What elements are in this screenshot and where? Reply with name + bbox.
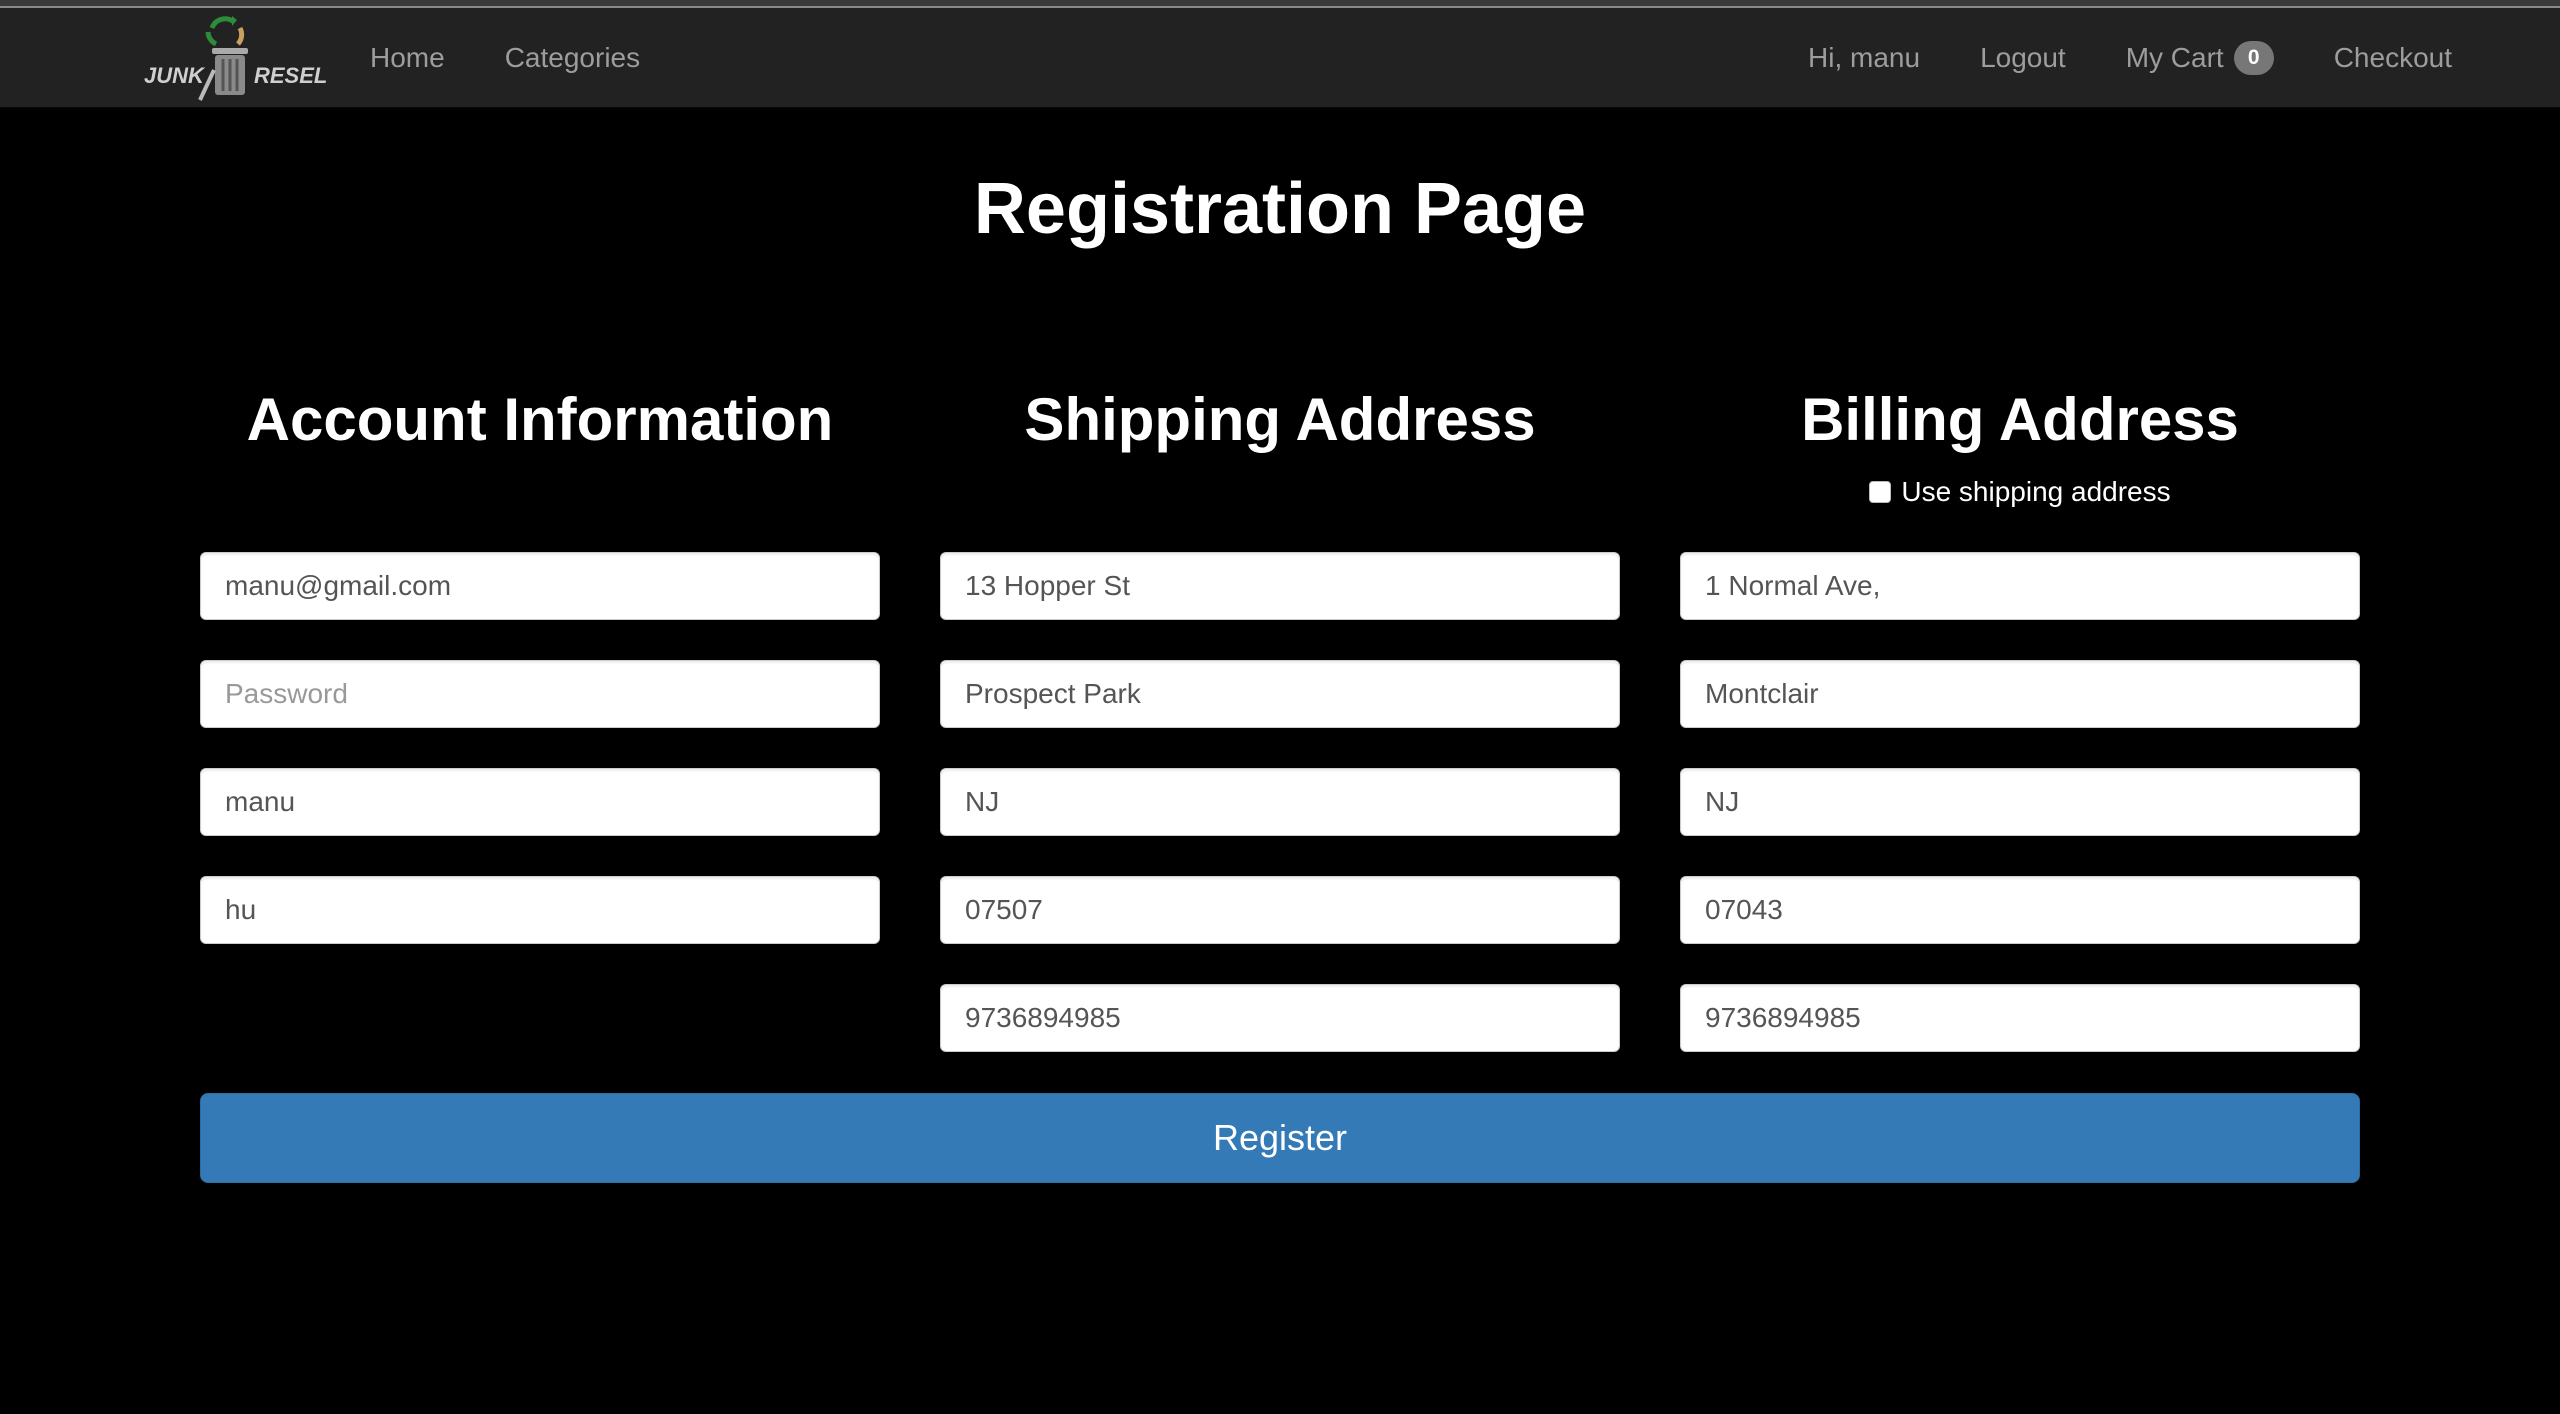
billing-address-section: Billing Address Use shipping address — [1680, 380, 2360, 1052]
page-title: Registration Page — [973, 169, 1587, 249]
logout-link[interactable]: Logout — [1950, 42, 2096, 74]
billing-phone-field[interactable] — [1680, 984, 2360, 1052]
shipping-street-field[interactable] — [940, 552, 1620, 620]
recycle-icon — [205, 16, 245, 47]
logo-text-right: RESELL — [254, 63, 326, 88]
logo-text-left: JUNK — [144, 63, 206, 88]
shipping-address-heading: Shipping Address — [1024, 386, 1536, 453]
shipping-state-field[interactable] — [940, 768, 1620, 836]
last-name-field[interactable] — [200, 876, 880, 944]
navbar: JUNK RESELL Home Categories Hi, manu Log… — [0, 8, 2560, 108]
shipping-city-field[interactable] — [940, 660, 1620, 728]
account-information-heading: Account Information — [246, 386, 834, 453]
shipping-zip-field[interactable] — [940, 876, 1620, 944]
billing-street-field[interactable] — [1680, 552, 2360, 620]
shipping-phone-field[interactable] — [940, 984, 1620, 1052]
trash-can-icon — [198, 48, 248, 101]
use-shipping-address-option[interactable]: Use shipping address — [1680, 476, 2360, 508]
nav-home-link[interactable]: Home — [370, 42, 475, 74]
window-top-edge — [0, 0, 2560, 8]
nav-right: Hi, manu Logout My Cart 0 Checkout — [1778, 8, 2482, 108]
checkout-link[interactable]: Checkout — [2304, 42, 2482, 74]
my-cart-link[interactable]: My Cart 0 — [2096, 41, 2304, 75]
nav-left: Home Categories — [370, 8, 670, 108]
register-button[interactable]: Register — [200, 1093, 2360, 1183]
user-greeting-link[interactable]: Hi, manu — [1778, 42, 1950, 74]
password-field[interactable] — [200, 660, 880, 728]
billing-zip-field[interactable] — [1680, 876, 2360, 944]
first-name-field[interactable] — [200, 768, 880, 836]
nav-categories-link[interactable]: Categories — [475, 42, 670, 74]
billing-state-field[interactable] — [1680, 768, 2360, 836]
billing-address-heading: Billing Address — [1801, 386, 2239, 453]
shipping-address-section: Shipping Address — [940, 380, 1620, 1052]
account-information-section: Account Information — [200, 380, 880, 944]
billing-city-field[interactable] — [1680, 660, 2360, 728]
email-field[interactable] — [200, 552, 880, 620]
cart-count-badge: 0 — [2233, 41, 2274, 75]
brand-logo[interactable]: JUNK RESELL — [142, 8, 341, 104]
use-shipping-address-label: Use shipping address — [1901, 476, 2171, 507]
my-cart-label: My Cart — [2125, 42, 2224, 73]
use-shipping-address-checkbox[interactable] — [1869, 481, 1892, 503]
